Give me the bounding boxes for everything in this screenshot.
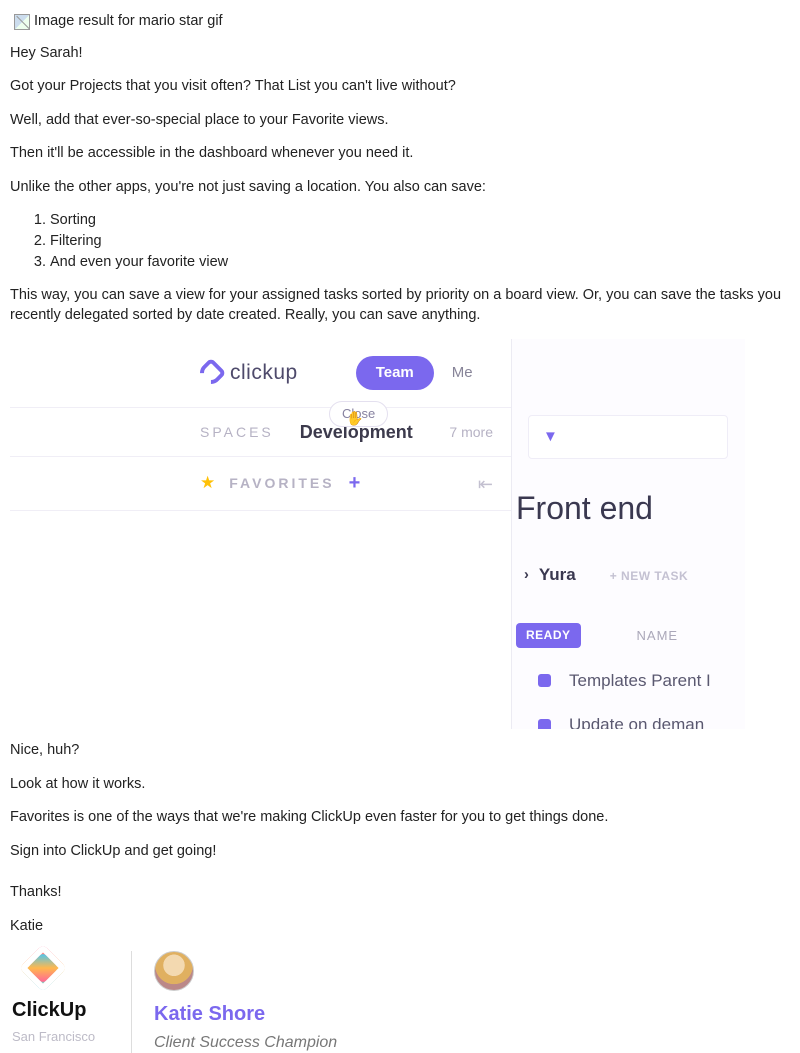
clickup-diamond-icon	[19, 944, 67, 992]
list-item: Sorting	[50, 211, 790, 231]
body-paragraph: Nice, huh?	[10, 741, 790, 761]
new-task-button[interactable]: + NEW TASK	[610, 568, 688, 584]
spaces-label: SPACES	[200, 423, 274, 442]
list-title: Front end	[516, 487, 745, 530]
column-name: NAME	[637, 627, 679, 645]
clickup-wordmark: clickup	[230, 359, 298, 387]
broken-image-icon	[14, 14, 30, 30]
assignee-row: › Yura + NEW TASK	[524, 564, 745, 587]
greeting: Hey Sarah!	[10, 44, 790, 64]
screenshot-topbar: clickup Team Me	[10, 339, 511, 407]
body-paragraph: Got your Projects that you visit often? …	[10, 77, 790, 97]
body-paragraph: This way, you can save a view for your a…	[10, 286, 790, 325]
star-icon: ★	[200, 472, 215, 495]
list-item: Filtering	[50, 232, 790, 252]
list-item: And even your favorite view	[50, 253, 790, 273]
filter-icon: ▼	[543, 427, 558, 447]
status-ready[interactable]: READY	[516, 623, 581, 647]
body-paragraph: Unlike the other apps, you're not just s…	[10, 178, 790, 198]
task-row[interactable]: Update on deman	[538, 714, 745, 729]
signature-brand-column: ClickUp San Francisco	[10, 951, 125, 1053]
task-status-icon	[538, 719, 551, 729]
task-status-icon	[538, 674, 551, 687]
broken-image-alt: Image result for mario star gif	[34, 12, 223, 32]
signoff-thanks: Thanks!	[10, 883, 790, 903]
body-paragraph: Sign into ClickUp and get going!	[10, 842, 790, 862]
more-spaces[interactable]: 7 more	[449, 423, 493, 442]
broken-image-placeholder: Image result for mario star gif	[10, 10, 227, 34]
brand-name: ClickUp	[12, 997, 125, 1024]
clickup-mark-icon	[195, 358, 226, 389]
task-row[interactable]: Templates Parent I	[538, 670, 745, 693]
chevron-right-icon[interactable]: ›	[524, 566, 529, 586]
spaces-nav: SPACES Development 7 more	[10, 407, 511, 457]
person-title: Client Success Champion	[154, 1032, 337, 1053]
screenshot-right-panel: ▼ Front end › Yura + NEW TASK READY NAME…	[511, 339, 745, 729]
brand-location: San Francisco	[12, 1028, 125, 1046]
signoff-name: Katie	[10, 917, 790, 937]
avatar	[154, 951, 194, 991]
favorites-label: FAVORITES	[229, 474, 334, 493]
body-paragraph: Well, add that ever-so-special place to …	[10, 111, 790, 131]
status-header-row: READY NAME	[516, 623, 745, 647]
task-title: Update on deman	[569, 714, 704, 729]
assignee-name[interactable]: Yura	[539, 564, 576, 587]
product-screenshot: clickup Team Me Close ✋ SPACES Developme…	[10, 339, 745, 729]
task-title: Templates Parent I	[569, 670, 711, 693]
clickup-logo: clickup	[200, 359, 298, 387]
favorites-row: ★ FAVORITES + ⇤	[10, 457, 511, 511]
body-paragraph: Then it'll be accessible in the dashboar…	[10, 144, 790, 164]
body-paragraph: Favorites is one of the ways that we're …	[10, 808, 790, 828]
feature-list: Sorting Filtering And even your favorite…	[50, 211, 790, 272]
collapse-icon[interactable]: ⇤	[478, 472, 493, 496]
body-paragraph: Look at how it works.	[10, 775, 790, 795]
signature-divider	[131, 951, 132, 1053]
signature-block: ClickUp San Francisco Katie Shore Client…	[10, 951, 790, 1053]
cursor-icon: ✋	[346, 409, 363, 428]
add-favorite-button[interactable]: +	[349, 470, 361, 497]
filter-box[interactable]: ▼	[528, 415, 728, 459]
person-name: Katie Shore	[154, 1001, 337, 1028]
signature-person-column: Katie Shore Client Success Champion	[154, 951, 337, 1053]
screenshot-left-panel: clickup Team Me Close ✋ SPACES Developme…	[10, 339, 511, 729]
me-toggle[interactable]: Me	[452, 363, 473, 383]
team-toggle[interactable]: Team	[356, 356, 434, 390]
